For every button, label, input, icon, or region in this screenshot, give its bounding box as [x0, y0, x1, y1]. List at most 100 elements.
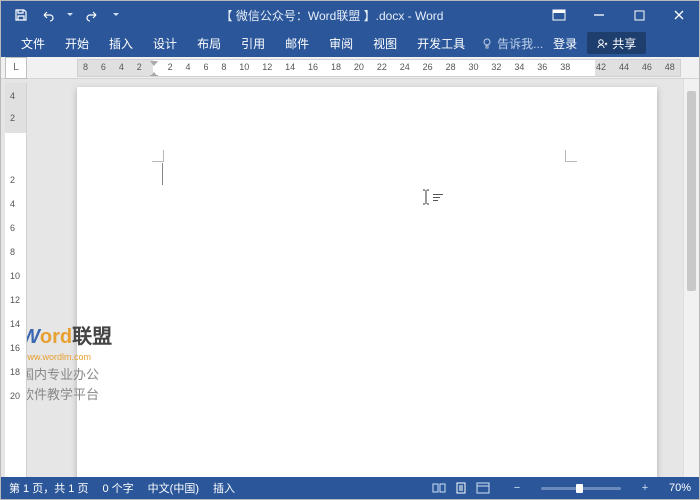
tab-mailings[interactable]: 邮件 — [275, 29, 319, 57]
zoom-slider-thumb[interactable] — [576, 484, 583, 493]
ruler-tick: 16 — [10, 343, 20, 353]
document-area[interactable]: Word联盟 www.wordlm.com 国内专业办公 软件教学平台 — [27, 79, 683, 477]
minimize-button[interactable] — [579, 1, 619, 29]
ruler-tick: 26 — [423, 62, 433, 72]
print-layout-button[interactable] — [451, 480, 471, 496]
watermark-line2: 软件教学平台 — [27, 386, 112, 404]
workspace: 422468101214161820 Word联盟 www.wordlm.com… — [1, 79, 699, 477]
ruler-tick: 44 — [619, 62, 629, 72]
ruler-tick: 2 — [10, 113, 15, 123]
ruler-tick: 36 — [537, 62, 547, 72]
tell-me-label: 告诉我... — [497, 35, 543, 52]
ruler-tick: 8 — [221, 62, 226, 72]
watermark-line1: 国内专业办公 — [27, 366, 112, 384]
vertical-ruler[interactable]: 422468101214161820 — [5, 83, 27, 477]
status-word-count[interactable]: 0 个字 — [102, 480, 133, 496]
ruler-tick: 20 — [354, 62, 364, 72]
ruler-tick: 12 — [262, 62, 272, 72]
ruler-tick: 8 — [83, 62, 88, 72]
watermark-url: www.wordlm.com — [27, 351, 112, 364]
status-bar: 第 1 页，共 1 页 0 个字 中文(中国) 插入 − + 70% — [1, 477, 699, 499]
ruler-tick: 38 — [560, 62, 570, 72]
ruler-tick: 14 — [285, 62, 295, 72]
ruler-tick: 20 — [10, 391, 20, 401]
tab-developer[interactable]: 开发工具 — [407, 29, 475, 57]
zoom-out-button[interactable]: − — [507, 480, 527, 496]
text-cursor — [162, 163, 163, 185]
ruler-tick: 2 — [137, 62, 142, 72]
ruler-tick: 6 — [10, 223, 15, 233]
scrollbar-thumb[interactable] — [687, 91, 696, 291]
vertical-scrollbar[interactable] — [683, 79, 699, 477]
tab-review[interactable]: 审阅 — [319, 29, 363, 57]
web-layout-button[interactable] — [473, 480, 493, 496]
ruler-tick: 14 — [10, 319, 20, 329]
tell-me-search[interactable]: 告诉我... — [481, 35, 543, 52]
margin-corner-tr — [565, 150, 577, 162]
ibeam-cursor-icon — [422, 189, 443, 205]
ruler-tick: 12 — [10, 295, 20, 305]
ruler-row: L 86422468101214161820222426283032343638… — [1, 57, 699, 79]
ruler-tick: 24 — [400, 62, 410, 72]
ruler-tick: 30 — [469, 62, 479, 72]
ruler-tick: 32 — [491, 62, 501, 72]
window-controls — [539, 1, 699, 29]
qat-customize-icon[interactable] — [107, 11, 125, 19]
ruler-tick: 10 — [239, 62, 249, 72]
zoom-slider[interactable] — [541, 487, 621, 490]
page[interactable]: Word联盟 www.wordlm.com 国内专业办公 软件教学平台 — [77, 87, 657, 477]
margin-corner-tl — [152, 150, 164, 162]
tab-design[interactable]: 设计 — [143, 29, 187, 57]
ruler-tick: 42 — [596, 62, 606, 72]
ruler-tick: 22 — [377, 62, 387, 72]
tab-insert[interactable]: 插入 — [99, 29, 143, 57]
ribbon-tabs: 文件 开始 插入 设计 布局 引用 邮件 审阅 视图 开发工具 告诉我... 登… — [1, 29, 699, 57]
zoom-level[interactable]: 70% — [669, 482, 691, 494]
ribbon-display-button[interactable] — [539, 1, 579, 29]
tab-selector[interactable]: L — [5, 57, 27, 79]
ruler-tick: 18 — [10, 367, 20, 377]
watermark-logo: Word联盟 — [27, 323, 112, 351]
view-buttons — [429, 480, 493, 496]
document-title: 【 微信公众号：Word联盟 】.docx - Word — [125, 7, 539, 24]
share-label: 共享 — [612, 35, 636, 52]
ruler-tick: 4 — [186, 62, 191, 72]
ruler-tick: 2 — [168, 62, 173, 72]
share-icon — [597, 38, 608, 49]
title-bar: 【 微信公众号：Word联盟 】.docx - Word — [1, 1, 699, 29]
undo-button[interactable] — [35, 3, 59, 27]
ruler-tick: 34 — [514, 62, 524, 72]
close-button[interactable] — [659, 1, 699, 29]
ruler-tick: 2 — [10, 175, 15, 185]
ruler-tick: 4 — [10, 91, 15, 101]
ruler-tick: 6 — [101, 62, 106, 72]
status-page[interactable]: 第 1 页，共 1 页 — [9, 480, 88, 496]
tab-home[interactable]: 开始 — [55, 29, 99, 57]
login-button[interactable]: 登录 — [543, 35, 587, 52]
redo-button[interactable] — [81, 3, 105, 27]
tab-file[interactable]: 文件 — [11, 29, 55, 57]
ruler-tick: 6 — [203, 62, 208, 72]
undo-dropdown-icon[interactable] — [61, 11, 79, 19]
save-button[interactable] — [9, 3, 33, 27]
tab-references[interactable]: 引用 — [231, 29, 275, 57]
tab-view[interactable]: 视图 — [363, 29, 407, 57]
ruler-tick: 46 — [642, 62, 652, 72]
status-insert-mode[interactable]: 插入 — [213, 480, 235, 496]
ruler-tick: 28 — [446, 62, 456, 72]
watermark: Word联盟 www.wordlm.com 国内专业办公 软件教学平台 — [27, 323, 112, 404]
read-mode-button[interactable] — [429, 480, 449, 496]
ruler-tick: 18 — [331, 62, 341, 72]
ruler-tick: 8 — [10, 247, 15, 257]
horizontal-ruler[interactable]: 8642246810121416182022242628303234363842… — [77, 59, 681, 77]
first-line-indent-icon[interactable] — [149, 60, 159, 77]
share-button[interactable]: 共享 — [587, 32, 646, 54]
lightbulb-icon — [481, 37, 493, 49]
maximize-button[interactable] — [619, 1, 659, 29]
zoom-in-button[interactable]: + — [635, 480, 655, 496]
status-language[interactable]: 中文(中国) — [148, 480, 199, 496]
quick-access-toolbar — [1, 3, 125, 27]
tab-layout[interactable]: 布局 — [187, 29, 231, 57]
ruler-tick: 10 — [10, 271, 20, 281]
ruler-tick: 16 — [308, 62, 318, 72]
